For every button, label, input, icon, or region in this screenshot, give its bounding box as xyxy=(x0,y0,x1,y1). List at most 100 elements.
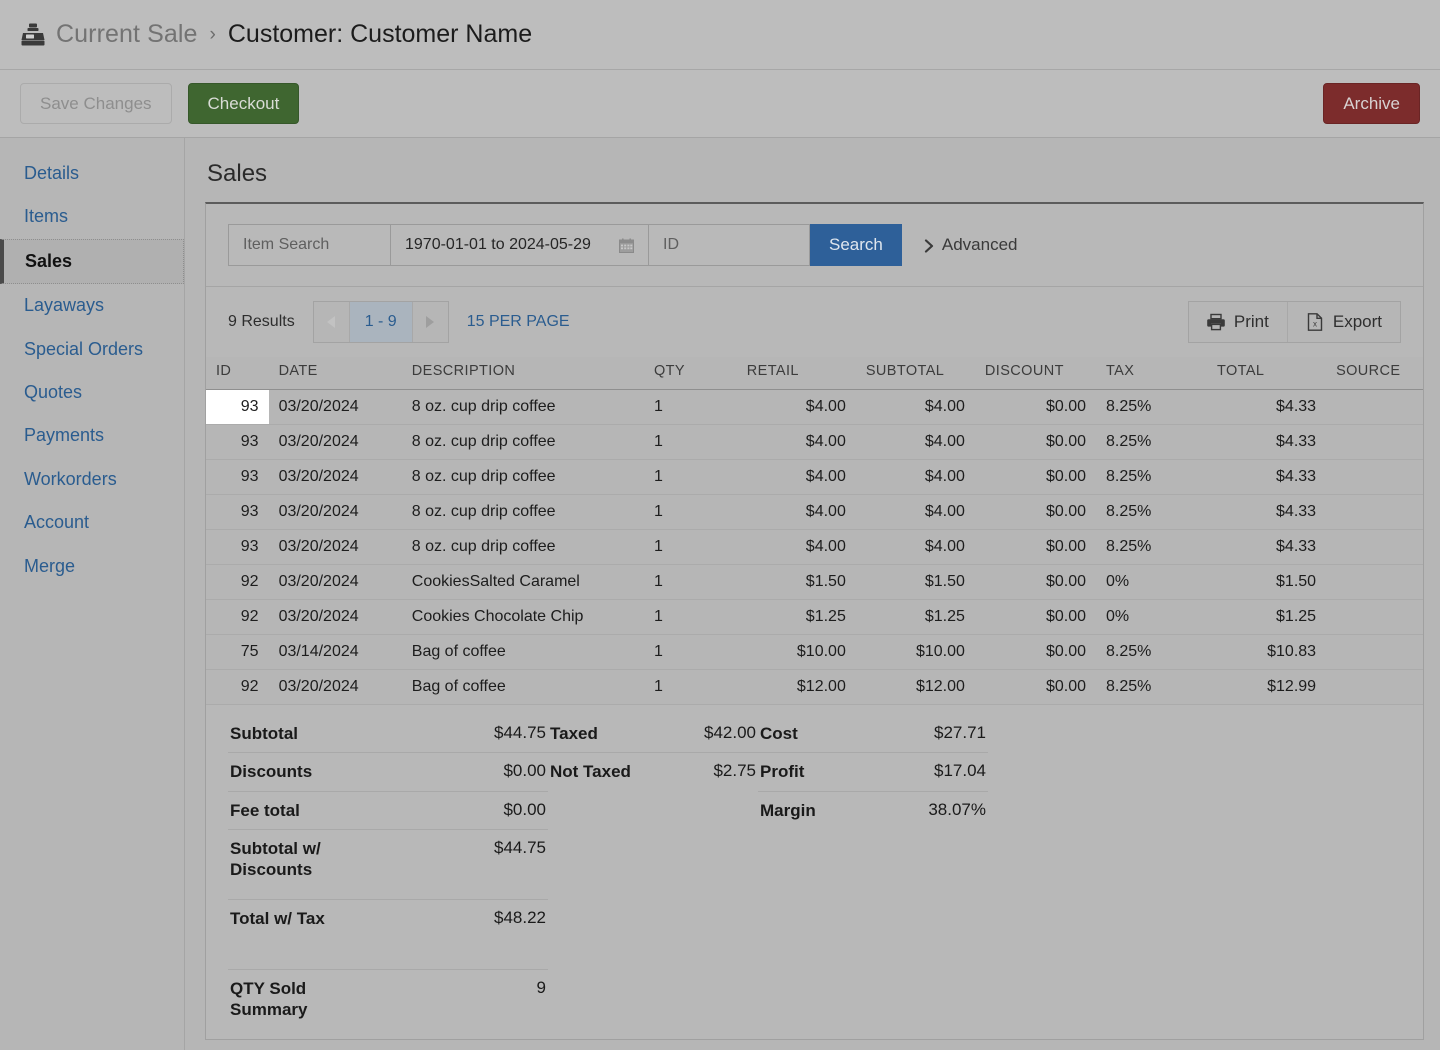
id-search-input[interactable]: ID xyxy=(648,224,810,266)
cell-tax: 8.25% xyxy=(1096,669,1207,705)
cell-retail: $4.00 xyxy=(736,459,856,495)
table-row[interactable]: 93 03/20/2024 8 oz. cup drip coffee 1 $4.00 $… xyxy=(206,529,1423,565)
sidebar-item-special-orders[interactable]: Special Orders xyxy=(0,328,184,371)
cell-qty: 1 xyxy=(643,424,737,460)
date-range-input[interactable]: 1970-01-01 to 2024-05-29 xyxy=(390,224,648,266)
column-header-source[interactable]: SOURCE xyxy=(1326,357,1423,390)
cell-date: 03/20/2024 xyxy=(268,389,402,425)
table-row[interactable]: 92 03/20/2024 Bag of coffee 1 $12.00 $12.00 $0… xyxy=(206,669,1423,705)
cell-description[interactable]: Bag of coffee xyxy=(401,634,644,670)
print-button[interactable]: Print xyxy=(1188,302,1287,342)
column-header-description[interactable]: DESCRIPTION xyxy=(401,357,644,390)
table-row[interactable]: 93 03/20/2024 8 oz. cup drip coffee 1 $4.00 $… xyxy=(206,494,1423,530)
cell-description[interactable]: 8 oz. cup drip coffee xyxy=(401,459,644,495)
cell-description[interactable]: Bag of coffee xyxy=(401,669,644,705)
cell-date: 03/14/2024 xyxy=(268,634,402,670)
cell-description[interactable]: 8 oz. cup drip coffee xyxy=(401,424,644,460)
cell-subtotal: $12.00 xyxy=(855,669,975,705)
cell-id[interactable]: 92 xyxy=(206,599,269,635)
sidebar-item-sales[interactable]: Sales xyxy=(0,238,184,285)
breadcrumb-parent[interactable]: Current Sale xyxy=(56,20,198,49)
save-changes-button[interactable]: Save Changes xyxy=(20,83,172,124)
totals-section: Subtotal $44.75 Discounts $0.00 Fee tota… xyxy=(206,705,1423,1039)
cell-description[interactable]: 8 oz. cup drip coffee xyxy=(401,529,644,565)
cell-date: 03/20/2024 xyxy=(268,564,402,600)
column-header-total[interactable]: TOTAL xyxy=(1207,357,1327,390)
total-value-margin: 38.07% xyxy=(928,799,986,819)
cell-tax: 8.25% xyxy=(1096,634,1207,670)
cell-total: $4.33 xyxy=(1207,529,1327,565)
table-row[interactable]: 75 03/14/2024 Bag of coffee 1 $10.00 $10.00 $0… xyxy=(206,634,1423,670)
total-label-total-with-tax: Total w/ Tax xyxy=(230,908,325,928)
sidebar-item-account[interactable]: Account xyxy=(0,501,184,544)
cell-qty: 1 xyxy=(643,599,737,635)
excel-export-icon: x xyxy=(1306,313,1324,331)
total-value-qty-sold-summary: 9 xyxy=(536,977,546,997)
cell-description[interactable]: 8 oz. cup drip coffee xyxy=(401,389,644,425)
total-row-taxed: Taxed $42.00 xyxy=(548,715,758,754)
column-header-retail[interactable]: RETAIL xyxy=(736,357,856,390)
cell-subtotal: $4.00 xyxy=(855,424,975,460)
search-button[interactable]: Search xyxy=(810,224,902,266)
cell-description[interactable]: Cookies Chocolate Chip xyxy=(401,599,644,635)
prev-page-button[interactable] xyxy=(313,302,350,342)
cell-description[interactable]: CookiesSalted Caramel xyxy=(401,564,644,600)
totals-column-tax: Taxed $42.00 Not Taxed $2.75 xyxy=(548,715,758,1039)
search-bar: Item Search 1970-01-01 to 2024-05-29 ID … xyxy=(206,204,1423,287)
table-tools: Print x Export xyxy=(1187,301,1401,343)
next-page-button[interactable] xyxy=(411,302,448,342)
cell-description[interactable]: 8 oz. cup drip coffee xyxy=(401,494,644,530)
breadcrumb-bar: Current Sale › Customer: Customer Name xyxy=(0,0,1440,70)
checkout-button[interactable]: Checkout xyxy=(187,83,300,124)
total-value-profit: $17.04 xyxy=(934,761,986,781)
export-button[interactable]: x Export xyxy=(1286,302,1400,342)
cell-retail: $1.25 xyxy=(736,599,856,635)
column-header-discount[interactable]: DISCOUNT xyxy=(974,357,1096,390)
sidebar-item-quotes[interactable]: Quotes xyxy=(0,371,184,414)
sidebar-item-workorders[interactable]: Workorders xyxy=(0,458,184,501)
sidebar-item-details[interactable]: Details xyxy=(0,152,184,195)
table-row[interactable]: 93 03/20/2024 8 oz. cup drip coffee 1 $4.00 $… xyxy=(206,459,1423,495)
cell-id[interactable]: 92 xyxy=(206,669,269,705)
cell-date: 03/20/2024 xyxy=(268,599,402,635)
cell-id[interactable]: 93 xyxy=(206,389,269,425)
cell-id[interactable]: 75 xyxy=(206,634,269,670)
column-header-tax[interactable]: TAX xyxy=(1096,357,1207,390)
cell-date: 03/20/2024 xyxy=(268,529,402,565)
sidebar-item-payments[interactable]: Payments xyxy=(0,414,184,457)
total-label-discounts: Discounts xyxy=(230,762,313,782)
cell-id[interactable]: 93 xyxy=(206,529,269,565)
breadcrumb-separator: › xyxy=(209,23,216,45)
table-row[interactable]: 92 03/20/2024 Cookies Chocolate Chip 1 $1.25… xyxy=(206,599,1423,635)
per-page-selector[interactable]: 15 PER PAGE xyxy=(467,313,570,331)
date-range-value: 1970-01-01 to 2024-05-29 xyxy=(405,236,591,253)
cell-id[interactable]: 93 xyxy=(206,494,269,530)
item-search-input[interactable]: Item Search xyxy=(228,224,390,266)
calendar-icon[interactable] xyxy=(619,238,634,253)
total-value-subtotal: $44.75 xyxy=(494,723,546,742)
column-header-id[interactable]: ID xyxy=(206,357,269,390)
table-row[interactable]: 92 03/20/2024 CookiesSalted Caramel 1 $1.50 $… xyxy=(206,564,1423,600)
table-row[interactable]: 93 03/20/2024 8 oz. cup drip coffee 1 $4.00 $… xyxy=(206,389,1423,425)
column-header-subtotal[interactable]: SUBTOTAL xyxy=(855,357,975,390)
total-row-margin: Margin 38.07% xyxy=(758,792,988,829)
cell-retail: $4.00 xyxy=(736,494,856,530)
sidebar-item-layaways[interactable]: Layaways xyxy=(0,284,184,327)
cell-id[interactable]: 92 xyxy=(206,564,269,600)
cell-qty: 1 xyxy=(643,389,737,425)
column-header-date[interactable]: DATE xyxy=(268,357,402,390)
archive-button[interactable]: Archive xyxy=(1323,83,1420,124)
cell-qty: 1 xyxy=(643,634,737,670)
advanced-search-toggle[interactable]: Advanced xyxy=(924,235,1018,255)
cell-id[interactable]: 93 xyxy=(206,459,269,495)
cell-id[interactable]: 93 xyxy=(206,424,269,460)
cell-total: $4.33 xyxy=(1207,424,1327,460)
table-row[interactable]: 93 03/20/2024 8 oz. cup drip coffee 1 $4.00 $… xyxy=(206,424,1423,460)
sidebar-item-items[interactable]: Items xyxy=(0,195,184,238)
cash-register-icon xyxy=(20,22,46,48)
column-header-qty[interactable]: QTY xyxy=(643,357,737,390)
cell-retail: $4.00 xyxy=(736,389,856,425)
sidebar-item-merge[interactable]: Merge xyxy=(0,545,184,588)
cell-discount: $0.00 xyxy=(974,564,1096,600)
cell-subtotal: $4.00 xyxy=(855,459,975,495)
